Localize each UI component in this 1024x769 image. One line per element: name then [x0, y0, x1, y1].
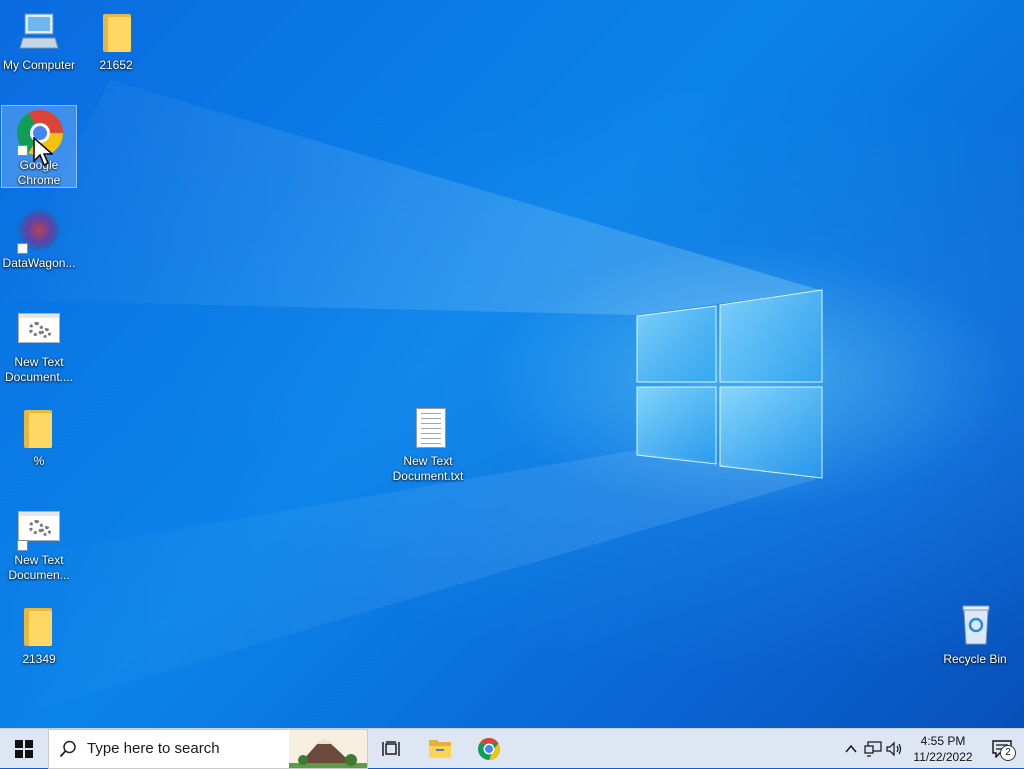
- folder-icon: [15, 602, 63, 650]
- system-tray: 4:55 PM 11/22/2022 2: [840, 729, 1024, 769]
- desktop-icon-label: Recycle Bin: [943, 652, 1007, 666]
- taskbar-search-box[interactable]: Type here to search: [48, 728, 368, 769]
- desktop-icon-folder-21349[interactable]: 21349: [1, 600, 77, 682]
- desktop-icon-new-text-document-shortcut[interactable]: New Text Documen...: [1, 501, 77, 583]
- settings-file-icon: [15, 503, 63, 551]
- shortcut-arrow-icon: [17, 243, 28, 254]
- desktop-icon-label: 21652: [99, 58, 133, 72]
- search-highlight-art: [289, 729, 367, 768]
- task-view-icon: [382, 740, 400, 756]
- chrome-taskbar-button[interactable]: [466, 729, 512, 769]
- search-icon: [49, 740, 87, 758]
- mouse-pointer-icon: [33, 137, 53, 167]
- speaker-icon: [886, 741, 902, 756]
- network-button[interactable]: [862, 729, 884, 769]
- taskbar-clock[interactable]: 4:55 PM 11/22/2022: [906, 733, 980, 765]
- start-button[interactable]: [0, 729, 48, 769]
- chevron-up-icon: [845, 744, 857, 752]
- chrome-icon: [478, 737, 500, 760]
- desktop-icon-recycle-bin[interactable]: Recycle Bin: [937, 600, 1013, 682]
- search-placeholder: Type here to search: [87, 740, 220, 757]
- folder-icon: [92, 8, 140, 56]
- file-explorer-icon: [429, 739, 451, 758]
- file-explorer-button[interactable]: [414, 729, 466, 769]
- task-view-button[interactable]: [368, 729, 414, 769]
- taskbar: Type here to search 4:55 PM 11/22/2022 2: [0, 728, 1024, 769]
- desktop-icon-folder-21652[interactable]: 21652: [78, 6, 154, 88]
- wallpaper-windows-logo: [0, 80, 823, 720]
- desktop-icon-label: New Text Documen...: [8, 553, 70, 582]
- desktop-icon-label: My Computer: [2, 58, 76, 72]
- shortcut-arrow-icon: [17, 540, 28, 551]
- desktop-icon-datawagon[interactable]: DataWagon...: [1, 204, 77, 286]
- windows-logo-icon: [15, 739, 33, 758]
- desktop-icon-folder-percent[interactable]: %: [1, 402, 77, 484]
- desktop-icon-my-computer[interactable]: My Computer: [1, 6, 77, 88]
- shortcut-arrow-icon: [17, 145, 28, 156]
- desktop-icon-label: %: [33, 454, 45, 468]
- desktop-icon-label: 21349: [22, 652, 56, 666]
- clock-date: 11/22/2022: [913, 749, 973, 764]
- folder-icon: [15, 404, 63, 452]
- desktop-icon-new-text-document-config[interactable]: New Text Document....: [1, 303, 77, 385]
- desktop-icon-label: New Text Document....: [4, 355, 74, 384]
- network-icon: [864, 740, 882, 757]
- volume-button[interactable]: [884, 729, 906, 769]
- show-hidden-icons-button[interactable]: [840, 729, 862, 769]
- text-file-icon: [404, 404, 452, 452]
- desktop-icon-label: DataWagon...: [2, 256, 76, 270]
- desktop-icon-label: New Text Document.txt: [392, 454, 464, 483]
- recycle-bin-icon: [951, 602, 999, 650]
- datawagon-icon: [15, 206, 63, 254]
- desktop-icon-new-text-document-txt[interactable]: New Text Document.txt: [390, 402, 466, 484]
- settings-file-icon: [15, 305, 63, 353]
- computer-icon: [15, 8, 63, 56]
- notification-count-badge: 2: [1000, 744, 1016, 761]
- desktop[interactable]: My Computer 21652 Google Chrome DataWago…: [0, 0, 1024, 728]
- action-center-button[interactable]: 2: [980, 729, 1024, 769]
- clock-time: 4:55 PM: [920, 733, 966, 748]
